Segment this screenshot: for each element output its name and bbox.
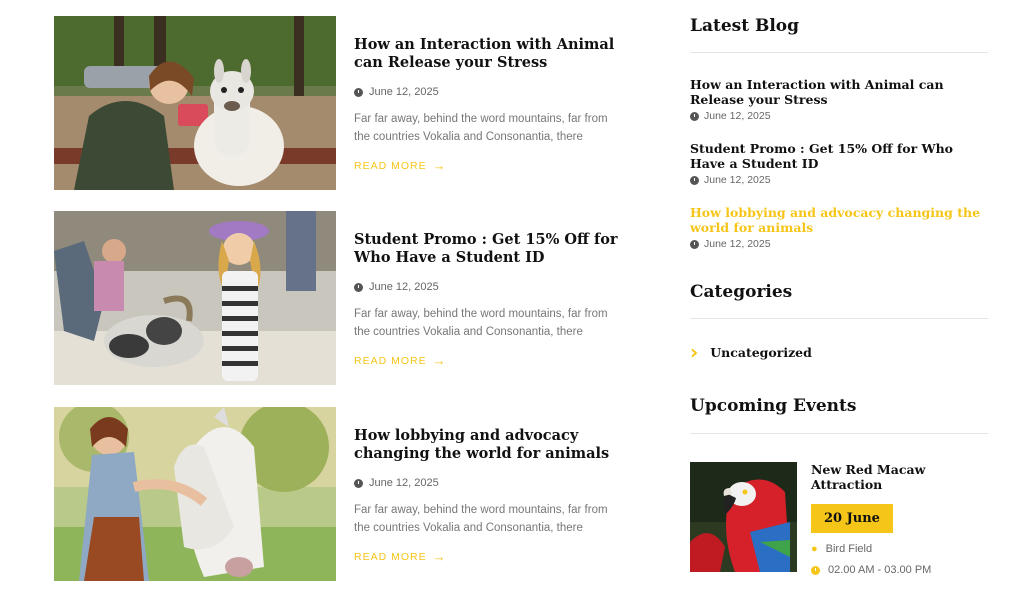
event-image-macaw[interactable] [690,462,797,572]
read-more-link[interactable]: READ MORE → [354,549,447,564]
latest-blog-item: Student Promo : Get 15% Off for Who Have… [690,141,988,186]
post-excerpt: Far far away, behind the word mountains,… [354,504,608,534]
divider [690,52,988,53]
clock-icon [354,87,363,97]
blog-post-1: How an Interaction with Animal can Relea… [54,16,624,190]
post-content: How an Interaction with Animal can Relea… [354,36,624,174]
post-thumbnail-alpaca-selfie[interactable] [54,16,336,190]
post-excerpt: Far far away, behind the word mountains,… [354,308,608,338]
post-date: June 12, 2025 [369,86,439,98]
divider [690,318,988,319]
category-label: Uncategorized [710,344,812,360]
event-title[interactable]: New Red Macaw Attraction [811,462,988,492]
latest-blog-heading: Latest Blog [690,16,800,36]
post-title[interactable]: Student Promo : Get 15% Off for Who Have… [354,231,624,267]
latest-blog-item: How an Interaction with Animal can Relea… [690,77,988,122]
latest-blog-date-row: June 12, 2025 [690,110,988,122]
event-location: Bird Field [825,543,873,555]
clock-icon [811,565,820,575]
clock-icon [354,478,363,488]
post-thumbnail-girl-goat[interactable] [54,211,336,385]
read-more-label: READ MORE [354,550,427,563]
latest-blog-date-row: June 12, 2025 [690,174,988,186]
clock-icon [690,175,699,185]
arrow-right-icon: → [432,353,447,368]
read-more-link[interactable]: READ MORE → [354,158,447,173]
map-pin-icon: ● [811,543,818,555]
post-meta: June 12, 2025 [354,477,624,489]
latest-blog-item: How lobbying and advocacy changing the w… [690,205,988,250]
clock-icon [690,111,699,121]
read-more-label: READ MORE [354,354,427,367]
clock-icon [354,282,363,292]
latest-blog-date-row: June 12, 2025 [690,238,988,250]
event-details: New Red Macaw Attraction 20 June ● Bird … [811,462,988,576]
divider [690,433,988,434]
latest-blog-date: June 12, 2025 [704,174,771,186]
event-time-row: 02.00 AM - 03.00 PM [811,564,988,576]
post-meta: June 12, 2025 [354,281,624,293]
latest-blog-title[interactable]: How an Interaction with Animal can Relea… [690,77,988,107]
chevron-right-icon: › [690,340,699,364]
post-date: June 12, 2025 [369,281,439,293]
categories-heading: Categories [690,282,793,302]
event-location-row: ● Bird Field [811,543,988,555]
arrow-right-icon: → [432,158,447,173]
post-excerpt: Far far away, behind the word mountains,… [354,113,608,143]
upcoming-events-heading: Upcoming Events [690,396,857,416]
blog-post-3: How lobbying and advocacy changing the w… [54,407,624,581]
post-title[interactable]: How an Interaction with Animal can Relea… [354,36,624,72]
post-content: How lobbying and advocacy changing the w… [354,427,624,565]
latest-blog-date: June 12, 2025 [704,110,771,122]
event-time: 02.00 AM - 03.00 PM [828,564,932,576]
blog-post-2: Student Promo : Get 15% Off for Who Have… [54,211,624,385]
read-more-label: READ MORE [354,159,427,172]
arrow-right-icon: → [432,549,447,564]
post-title[interactable]: How lobbying and advocacy changing the w… [354,427,624,463]
post-date: June 12, 2025 [369,477,439,489]
post-thumbnail-woman-horse[interactable] [54,407,336,581]
latest-blog-date: June 12, 2025 [704,238,771,250]
event-date-badge: 20 June [811,504,893,533]
event-card: New Red Macaw Attraction 20 June ● Bird … [690,462,988,576]
post-content: Student Promo : Get 15% Off for Who Have… [354,231,624,369]
read-more-link[interactable]: READ MORE → [354,353,447,368]
category-item-uncategorized[interactable]: › Uncategorized [690,342,812,362]
clock-icon [690,239,699,249]
latest-blog-title[interactable]: Student Promo : Get 15% Off for Who Have… [690,141,988,171]
post-meta: June 12, 2025 [354,86,624,98]
latest-blog-title-hovered[interactable]: How lobbying and advocacy changing the w… [690,205,988,235]
